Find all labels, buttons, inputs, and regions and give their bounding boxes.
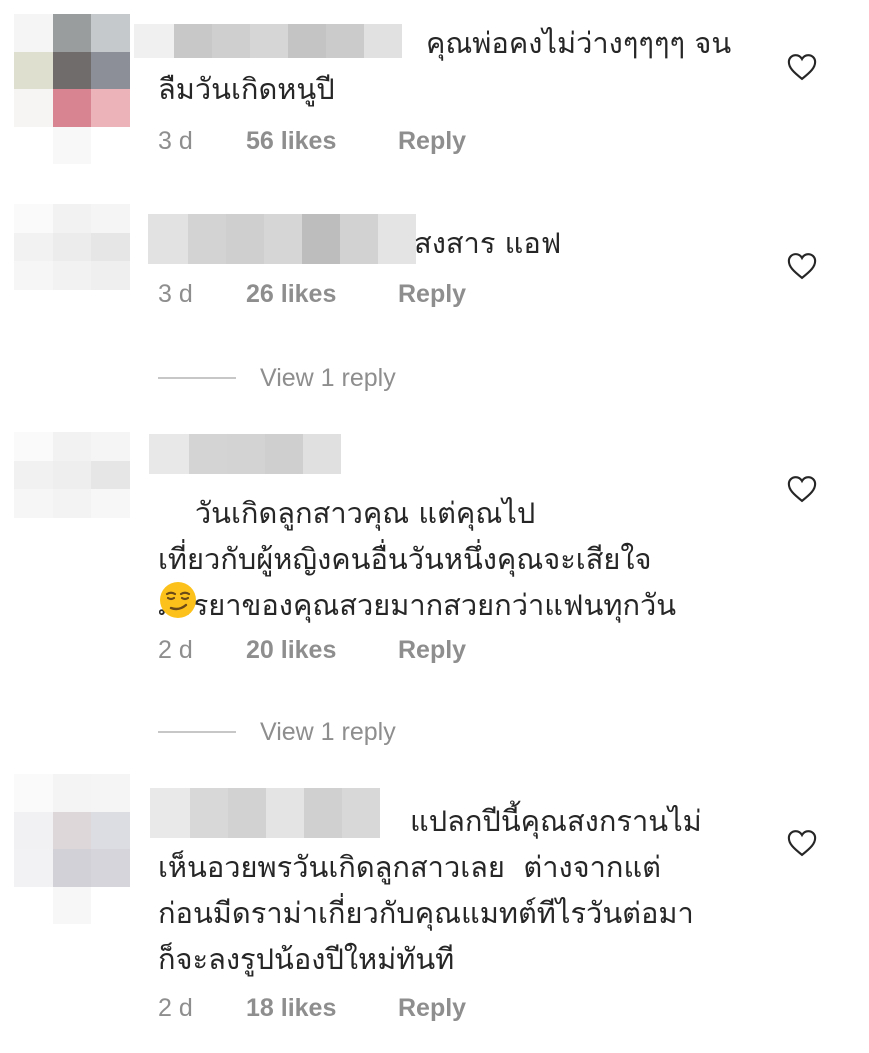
avatar-pixel [14, 232, 53, 261]
avatar-pixel [52, 204, 92, 233]
avatar-pixel [14, 261, 53, 290]
avatar-pixel [14, 489, 53, 518]
reply-button[interactable]: Reply [398, 280, 466, 309]
avatar-pixel [91, 261, 130, 290]
avatar-pixel [91, 289, 130, 318]
username-pixel [264, 214, 302, 264]
avatar-pixel [52, 289, 92, 318]
reply-button[interactable]: Reply [398, 994, 466, 1023]
username-pixel [302, 214, 340, 264]
heart-outline-icon[interactable] [787, 475, 817, 503]
avatar-pixel [14, 204, 53, 233]
avatar-pixel [91, 14, 130, 52]
avatar-pixel [91, 811, 130, 849]
avatar-pixel [14, 51, 53, 89]
heart-outline-icon[interactable] [787, 829, 817, 857]
comment-likes[interactable]: 56 likes [246, 127, 398, 156]
view-replies-label[interactable]: View 1 reply [260, 364, 396, 393]
avatar-pixel [14, 432, 53, 461]
avatar-pixel [52, 489, 92, 518]
divider-line [158, 731, 236, 733]
comment-meta: 3 d 26 likes Reply [158, 277, 466, 311]
avatar-pixel [52, 51, 92, 89]
comment-likes[interactable]: 18 likes [246, 994, 398, 1023]
avatar-pixel [91, 489, 130, 518]
avatar-pixel [52, 849, 92, 887]
avatar-pixel [52, 886, 92, 924]
avatar-pixel [14, 460, 53, 489]
avatar-pixel [52, 261, 92, 290]
avatar-pixel [91, 126, 130, 164]
avatar-pixel [52, 432, 92, 461]
avatar-pixel [91, 232, 130, 261]
comment-time: 2 d [158, 635, 193, 664]
avatar-pixel [52, 517, 92, 546]
view-replies-label[interactable]: View 1 reply [260, 718, 396, 747]
comment-likes[interactable]: 20 likes [246, 636, 398, 665]
view-replies-link[interactable]: View 1 reply [158, 361, 396, 395]
avatar-pixel [14, 517, 53, 546]
username-pixel [378, 214, 416, 264]
comment-text: คุณพ่อคงไม่ว่างๆๆๆๆ จน ลืมวันเกิดหนูปี [158, 26, 732, 106]
avatar-pixel [91, 432, 130, 461]
avatar-pixel [91, 849, 130, 887]
comment-meta: 2 d 18 likes Reply [158, 991, 466, 1025]
avatar[interactable] [14, 14, 130, 164]
comment-time: 3 d [158, 279, 193, 308]
avatar-pixel [52, 89, 92, 127]
avatar-pixel [91, 886, 130, 924]
comment-text: แปลกปีนี้คุณสงกรานไม่ เห็นอวยพรวันเกิดลู… [158, 804, 702, 976]
avatar-pixel [91, 517, 130, 546]
avatar[interactable] [14, 204, 130, 318]
heart-outline-icon[interactable] [787, 252, 817, 280]
avatar-pixel [14, 89, 53, 127]
avatar-pixel [14, 289, 53, 318]
avatar-pixel [91, 51, 130, 89]
comment-meta: 3 d 56 likes Reply [158, 124, 466, 158]
avatar-pixel [52, 460, 92, 489]
username-pixel [188, 214, 226, 264]
username-pixel [148, 214, 188, 264]
avatar-pixel [52, 126, 92, 164]
smirking-face-emoji [160, 582, 196, 618]
avatar-pixel [91, 204, 130, 233]
avatar-pixel [91, 774, 130, 812]
avatar-pixel [52, 811, 92, 849]
avatar-pixel [52, 14, 92, 52]
avatar-pixel [14, 849, 53, 887]
username-pixel [340, 214, 378, 264]
avatar-pixel [14, 774, 53, 812]
avatar-pixel [14, 126, 53, 164]
comment-meta: 2 d 20 likes Reply [158, 633, 466, 667]
avatar[interactable] [14, 432, 130, 546]
comment-time: 2 d [158, 993, 193, 1022]
avatar-pixel [14, 811, 53, 849]
reply-button[interactable]: Reply [398, 127, 466, 156]
comment-likes[interactable]: 26 likes [246, 280, 398, 309]
avatar-pixel [91, 89, 130, 127]
avatar-pixel [52, 774, 92, 812]
avatar-pixel [14, 14, 53, 52]
divider-line [158, 377, 236, 379]
avatar[interactable] [14, 774, 130, 924]
username-pixel [226, 214, 264, 264]
avatar-pixel [52, 232, 92, 261]
reply-button[interactable]: Reply [398, 636, 466, 665]
avatar-pixel [91, 460, 130, 489]
view-replies-link[interactable]: View 1 reply [158, 715, 396, 749]
comment-time: 3 d [158, 126, 193, 155]
heart-outline-icon[interactable] [787, 53, 817, 81]
username-redacted[interactable] [148, 214, 416, 264]
comment-body: วันเกิดลูกสาวคุณ แต่คุณไป เที่ยวกับผู้หญ… [158, 496, 677, 622]
avatar-pixel [14, 886, 53, 924]
